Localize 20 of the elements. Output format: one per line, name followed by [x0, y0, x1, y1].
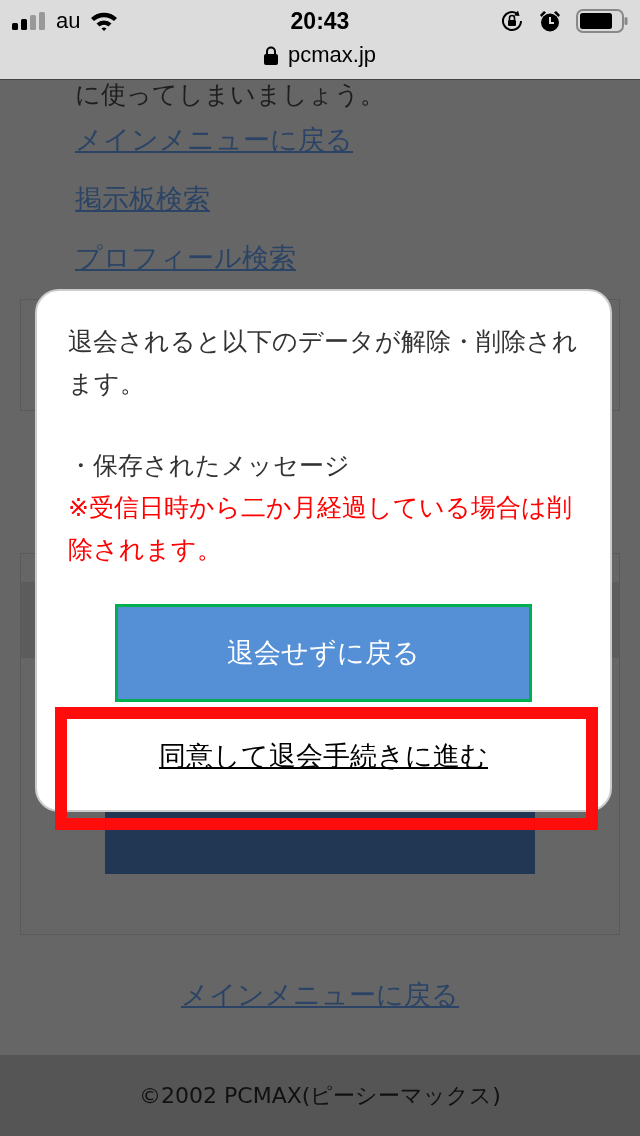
wifi-icon	[90, 11, 119, 31]
body-text: に使ってしまいましょう。	[75, 80, 386, 110]
status-time: 20:43	[290, 7, 350, 35]
text-link[interactable]: メインメニューに戻る	[75, 121, 353, 158]
dialog-message: 退会されると以下のデータが解除・削除されます。	[68, 326, 579, 400]
text-link[interactable]: プロフィール検索	[75, 239, 296, 276]
text-link[interactable]: 掲示板検索	[75, 180, 210, 217]
carrier-name: au	[56, 8, 81, 34]
cancel-button[interactable]: 退会せずに戻る	[115, 604, 532, 703]
warning-text: ※受信日時から二か月経過している場合は削除されます。	[68, 492, 573, 566]
text-link[interactable]: メインメニューに戻る	[181, 977, 459, 1013]
address-url[interactable]: pcmax.jp	[287, 42, 376, 68]
alarm-icon	[538, 9, 562, 33]
battery-icon	[576, 9, 628, 33]
signal-icon	[12, 12, 46, 30]
copyright-footer: ©2002 PCMAX(ピーシーマックス)	[0, 1055, 640, 1136]
lock-icon	[263, 45, 278, 65]
rotation-lock-icon	[500, 9, 524, 33]
list-item: ・保存されたメッセージ	[68, 450, 351, 482]
proceed-link[interactable]: 同意して退会手続きに進む	[159, 738, 488, 775]
